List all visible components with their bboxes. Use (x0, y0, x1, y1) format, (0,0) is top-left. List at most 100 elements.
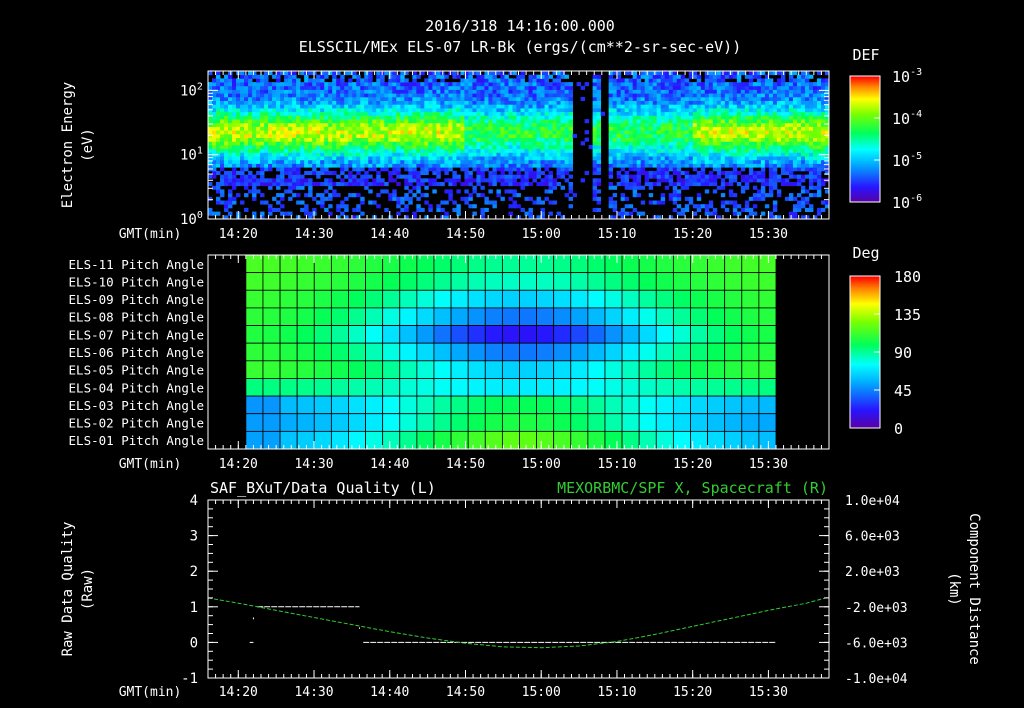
spectrogram-cell (712, 189, 718, 194)
spectrogram-cell (740, 115, 746, 120)
spectrogram-cell (244, 156, 249, 161)
spectrogram-cell (292, 174, 297, 179)
spectrogram-cell (424, 170, 429, 175)
spectrogram-cell (400, 174, 405, 179)
spectrogram-cell (256, 100, 261, 105)
spectrogram-cell (368, 71, 373, 76)
spectrogram-cell (760, 96, 766, 101)
spectrogram-cell (732, 122, 738, 127)
spectrogram-cell (460, 152, 465, 157)
spectrogram-cell (652, 137, 658, 142)
spectrogram-cell (340, 137, 345, 142)
spectrogram-cell (732, 82, 738, 87)
spectrogram-cell (532, 96, 537, 101)
spectrogram-cell (288, 115, 293, 120)
spectrogram-cell (512, 141, 517, 146)
spectrogram-cell (704, 96, 710, 101)
spectrogram-cell (296, 178, 301, 183)
spectrogram-cell (276, 163, 281, 168)
spectrogram-cell (476, 170, 481, 175)
spectrogram-cell (692, 156, 698, 161)
spectrogram-cell (756, 156, 762, 161)
spectrogram-cell (680, 152, 686, 157)
spectrogram-cell (620, 100, 626, 105)
spectrogram-cell (224, 170, 229, 175)
spectrogram-cell (340, 82, 345, 87)
spectrogram-cell (740, 130, 746, 135)
spectrogram-cell (808, 207, 814, 212)
spectrogram-cell (292, 152, 297, 157)
time-tick-label: 14:50 (446, 227, 485, 242)
spectrogram-cell (540, 119, 545, 124)
spectrogram-cell (592, 207, 598, 212)
spectrogram-cell (664, 119, 670, 124)
spectrogram-cell (676, 152, 682, 157)
spectrogram-cell (380, 104, 385, 109)
spectrogram-cell (512, 189, 517, 194)
spectrogram-cell (632, 174, 638, 179)
spectrogram-cell (792, 119, 798, 124)
spectrogram-cell (680, 85, 686, 90)
spectrogram-cell (256, 115, 261, 120)
spectrogram-cell (724, 89, 730, 94)
spectrogram-cell (432, 170, 437, 175)
spectrogram-cell (400, 122, 405, 127)
spectrogram-cell (424, 119, 429, 124)
spectrogram-cell (348, 174, 353, 179)
spectrogram-cell (560, 163, 565, 168)
spectrogram-cell (440, 89, 445, 94)
spectrogram-cell (820, 156, 826, 161)
spectrogram-cell (512, 163, 517, 168)
spectrogram-cell (664, 78, 670, 83)
spectrogram-cell (760, 141, 766, 146)
spectrogram-cell (792, 207, 798, 212)
spectrogram-cell (244, 174, 249, 179)
spectrogram-cell (288, 133, 293, 138)
spectrogram-cell (536, 96, 541, 101)
spectrogram-cell (616, 104, 622, 109)
spectrogram-cell (340, 133, 345, 138)
spectrogram-cell (708, 119, 714, 124)
spectrogram-cell (656, 78, 662, 83)
spectrogram-cell (764, 130, 770, 135)
spectrogram-cell (248, 78, 253, 83)
spectrogram-cell (468, 108, 473, 113)
spectrogram-cell (768, 137, 774, 142)
spectrogram-cell (616, 163, 622, 168)
spectrogram-cell (368, 141, 373, 146)
spectrogram-cell (724, 152, 730, 157)
spectrogram-cell (432, 178, 437, 183)
spectrogram-cell (448, 152, 453, 157)
spectrogram-cell (232, 182, 237, 187)
energy-tick-exponent: 2 (197, 81, 203, 92)
spectrogram-cell (628, 78, 634, 83)
spectrogram-cell (332, 82, 337, 87)
spectrogram-cell (680, 119, 686, 124)
spectrogram-cell (648, 100, 654, 105)
spectrogram-cell (460, 159, 465, 164)
spectrogram-cell (688, 163, 694, 168)
spectrogram-cell (640, 71, 646, 76)
spectrogram-cell (232, 178, 237, 183)
spectrogram-cell (508, 178, 513, 183)
spectrogram-cell (508, 137, 513, 142)
spectrogram-cell (744, 74, 750, 79)
spectrogram-cell (608, 196, 614, 201)
spectrogram-cell (476, 78, 481, 83)
spectrogram-cell (376, 178, 381, 183)
spectrogram-cell (492, 141, 497, 146)
spectrogram-cell (548, 119, 553, 124)
spectrogram-cell (504, 89, 509, 94)
spectrogram-cell (544, 85, 549, 90)
spectrogram-cell (652, 85, 658, 90)
spectrogram-cell (300, 93, 305, 98)
spectrogram-cell (724, 156, 730, 161)
spectrogram-cell (792, 85, 798, 90)
spectrogram-cell (496, 119, 501, 124)
spectrogram-cell (456, 211, 461, 216)
spectrogram-cell (240, 159, 245, 164)
spectrogram-cell (712, 152, 718, 157)
spectrogram-cell (620, 133, 626, 138)
spectrogram-cell (720, 159, 726, 164)
spectrogram-cell (572, 133, 577, 138)
